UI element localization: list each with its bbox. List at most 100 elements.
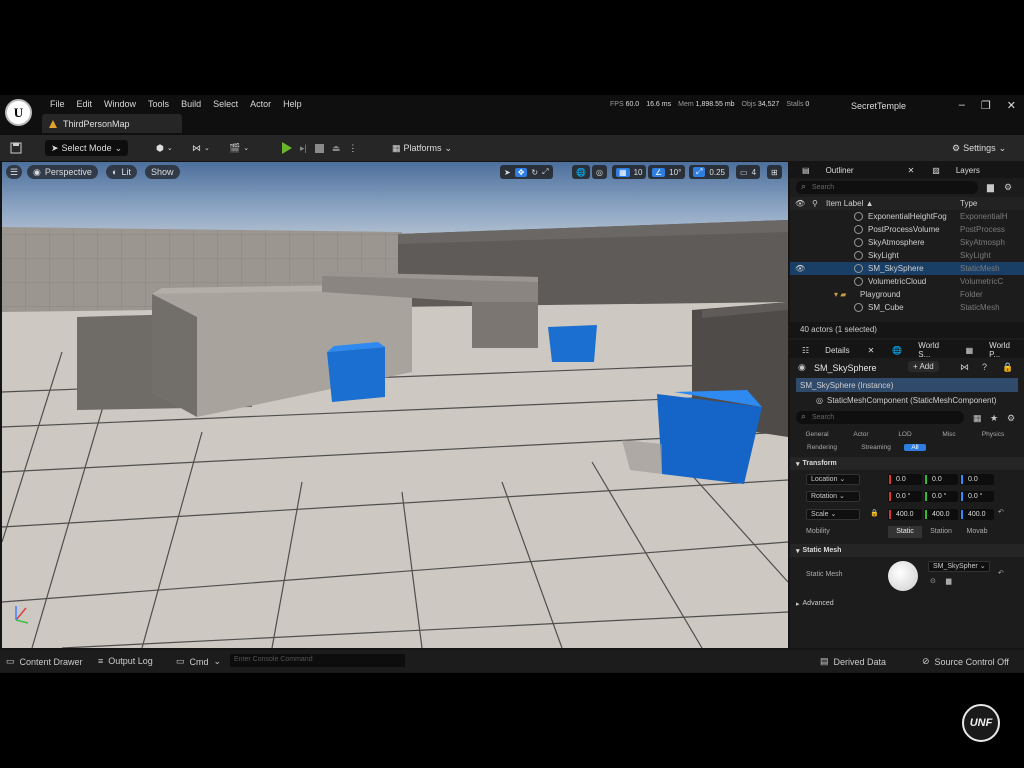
step-icon[interactable]: ▸| bbox=[300, 143, 307, 154]
lit-button[interactable]: ◐ Lit bbox=[106, 165, 137, 179]
outliner-row[interactable]: 👁 SM_SkySphere StaticMesh bbox=[790, 262, 1024, 275]
level-viewport[interactable]: ☰ ◉ Perspective ◐ Lit Show ➤ ✥ ↻ ⤢ 🌐 ◎ ▦ bbox=[2, 162, 788, 648]
static-mesh-section[interactable]: ▾ Static Mesh bbox=[790, 544, 1024, 557]
level-tab[interactable]: ThirdPersonMap bbox=[42, 114, 182, 133]
tab-details[interactable]: ☷ Details bbox=[790, 346, 862, 355]
advanced-section[interactable]: ▸ Advanced bbox=[790, 597, 1024, 610]
tab-world-partition[interactable]: ▦ World P... bbox=[954, 341, 1024, 359]
gear-icon[interactable]: ⚙ bbox=[1007, 413, 1015, 424]
location-dropdown[interactable]: Location ⌄ bbox=[806, 474, 860, 485]
layout-icon[interactable]: ⊞ bbox=[767, 165, 782, 179]
blueprint-icon[interactable]: ⋈ ⌄ bbox=[192, 140, 210, 156]
filter-misc[interactable]: Misc bbox=[928, 431, 970, 438]
grid-snap[interactable]: ▦ 10 bbox=[612, 165, 647, 179]
scale-z[interactable]: 400.0 bbox=[960, 509, 994, 520]
menu-file[interactable]: File bbox=[44, 98, 71, 110]
blue-cube-3[interactable] bbox=[657, 394, 762, 484]
star-icon[interactable]: ★ bbox=[990, 413, 998, 424]
menu-window[interactable]: Window bbox=[98, 98, 142, 110]
derived-data-button[interactable]: ▤ Derived Data bbox=[820, 656, 886, 667]
browse-icon[interactable]: ⊙ bbox=[930, 577, 936, 585]
rotation-x[interactable]: 0.0 ° bbox=[888, 491, 922, 502]
blue-cube-1[interactable] bbox=[327, 347, 385, 402]
lock-icon[interactable]: 🔒 bbox=[1002, 362, 1013, 373]
surface-snap-icon[interactable]: ◎ bbox=[592, 165, 607, 179]
mobility-static[interactable]: Static bbox=[888, 526, 922, 538]
details-search-input[interactable]: Search bbox=[796, 410, 964, 424]
stop-icon[interactable] bbox=[314, 143, 324, 153]
menu-actor[interactable]: Actor bbox=[244, 98, 277, 110]
static-mesh-dropdown[interactable]: SM_SkySpher ⌄ bbox=[928, 561, 990, 572]
lock-icon[interactable]: 🔒 bbox=[870, 509, 879, 517]
scale-tool-icon[interactable]: ⤢ bbox=[542, 167, 548, 177]
mobility-movable[interactable]: Movab bbox=[960, 526, 994, 538]
rotation-z[interactable]: 0.0 ° bbox=[960, 491, 994, 502]
reset-icon[interactable]: ↶ bbox=[998, 508, 1004, 516]
menu-tools[interactable]: Tools bbox=[142, 98, 175, 110]
translate-tool-icon[interactable]: ✥ bbox=[514, 167, 528, 177]
outliner-search-input[interactable]: Search bbox=[796, 180, 978, 194]
save-icon[interactable] bbox=[10, 140, 22, 156]
rotation-dropdown[interactable]: Rotation ⌄ bbox=[806, 491, 860, 502]
location-x[interactable]: 0.0 bbox=[888, 474, 922, 485]
menu-select[interactable]: Select bbox=[207, 98, 244, 110]
menu-help[interactable]: Help bbox=[277, 98, 308, 110]
location-y[interactable]: 0.0 bbox=[924, 474, 958, 485]
outliner-row[interactable]: ▾ ▰ Playground Folder bbox=[790, 288, 1024, 301]
show-button[interactable]: Show bbox=[145, 165, 180, 179]
visibility-icon[interactable]: 👁 bbox=[795, 264, 805, 273]
col-type[interactable]: Type bbox=[960, 199, 977, 208]
content-drawer-button[interactable]: ▭ Content Drawer bbox=[6, 656, 83, 667]
reset-icon[interactable]: ↶ bbox=[998, 569, 1004, 577]
visibility-icon[interactable]: 👁 bbox=[795, 199, 805, 208]
tab-outliner[interactable]: ▤ Outliner bbox=[790, 166, 866, 175]
scale-snap[interactable]: ⤢ 0.25 bbox=[689, 165, 729, 179]
filter-all[interactable]: All bbox=[904, 444, 926, 451]
folder-icon[interactable]: ▆ bbox=[946, 577, 951, 585]
camera-speed[interactable]: ▭ 4 bbox=[736, 165, 761, 179]
location-z[interactable]: 0.0 bbox=[960, 474, 994, 485]
eject-icon[interactable]: ⏏ bbox=[332, 143, 341, 154]
grid-view-icon[interactable]: ▦ bbox=[973, 413, 982, 424]
perspective-button[interactable]: ◉ Perspective bbox=[27, 165, 98, 179]
blueprint-icon[interactable]: ⋈ bbox=[960, 362, 969, 373]
sphere-thumbnail-icon[interactable] bbox=[888, 561, 918, 591]
scale-y[interactable]: 400.0 bbox=[924, 509, 958, 520]
col-item-label[interactable]: Item Label ▲ bbox=[826, 199, 874, 208]
transform-section[interactable]: ▾ Transform bbox=[790, 457, 1024, 470]
close-icon[interactable]: ✕ bbox=[862, 346, 881, 355]
menu-build[interactable]: Build bbox=[175, 98, 207, 110]
close-icon[interactable]: ✕ bbox=[902, 166, 921, 175]
filter-actor[interactable]: Actor bbox=[840, 431, 882, 438]
play-icon[interactable] bbox=[282, 142, 292, 154]
pin-icon[interactable]: ⚲ bbox=[812, 199, 818, 208]
tab-layers[interactable]: ▨ Layers bbox=[920, 166, 992, 175]
rotation-y[interactable]: 0.0 ° bbox=[924, 491, 958, 502]
more-options-icon[interactable]: ⋮ bbox=[348, 143, 357, 154]
help-icon[interactable]: ? bbox=[982, 362, 987, 372]
menu-edit[interactable]: Edit bbox=[71, 98, 99, 110]
outliner-row[interactable]: SM_Cube StaticMesh bbox=[790, 301, 1024, 314]
maximize-icon[interactable]: ❐ bbox=[981, 99, 991, 112]
gear-icon[interactable]: ⚙ bbox=[1004, 182, 1012, 193]
close-icon[interactable]: ✕ bbox=[1007, 99, 1016, 112]
filter-physics[interactable]: Physics bbox=[972, 431, 1014, 438]
rotation-snap[interactable]: ∠ 10° bbox=[648, 165, 686, 179]
cmd-dropdown[interactable]: ▭ Cmd ⌄ bbox=[176, 656, 221, 667]
mobility-stationary[interactable]: Station bbox=[924, 526, 958, 538]
outliner-row[interactable]: SkyLight SkyLight bbox=[790, 249, 1024, 262]
blue-cube-2[interactable] bbox=[548, 325, 597, 362]
filter-rendering[interactable]: Rendering bbox=[796, 444, 848, 451]
rotate-tool-icon[interactable]: ↻ bbox=[531, 168, 538, 177]
unreal-logo-icon[interactable]: U bbox=[5, 99, 32, 126]
scale-dropdown[interactable]: Scale ⌄ bbox=[806, 509, 860, 520]
tab-world-settings[interactable]: 🌐 World S... bbox=[880, 341, 953, 359]
add-component-button[interactable]: + Add bbox=[908, 361, 939, 372]
filter-general[interactable]: General bbox=[796, 431, 838, 438]
instance-row[interactable]: SM_SkySphere (Instance) bbox=[796, 378, 1018, 392]
minimize-icon[interactable]: – bbox=[959, 99, 965, 112]
outliner-row[interactable]: VolumetricCloud VolumetricC bbox=[790, 275, 1024, 288]
source-control-button[interactable]: ⊘ Source Control Off bbox=[922, 656, 1009, 667]
add-actor-icon[interactable]: ⬢ ⌄ bbox=[156, 140, 173, 156]
hamburger-icon[interactable]: ☰ bbox=[6, 165, 23, 179]
